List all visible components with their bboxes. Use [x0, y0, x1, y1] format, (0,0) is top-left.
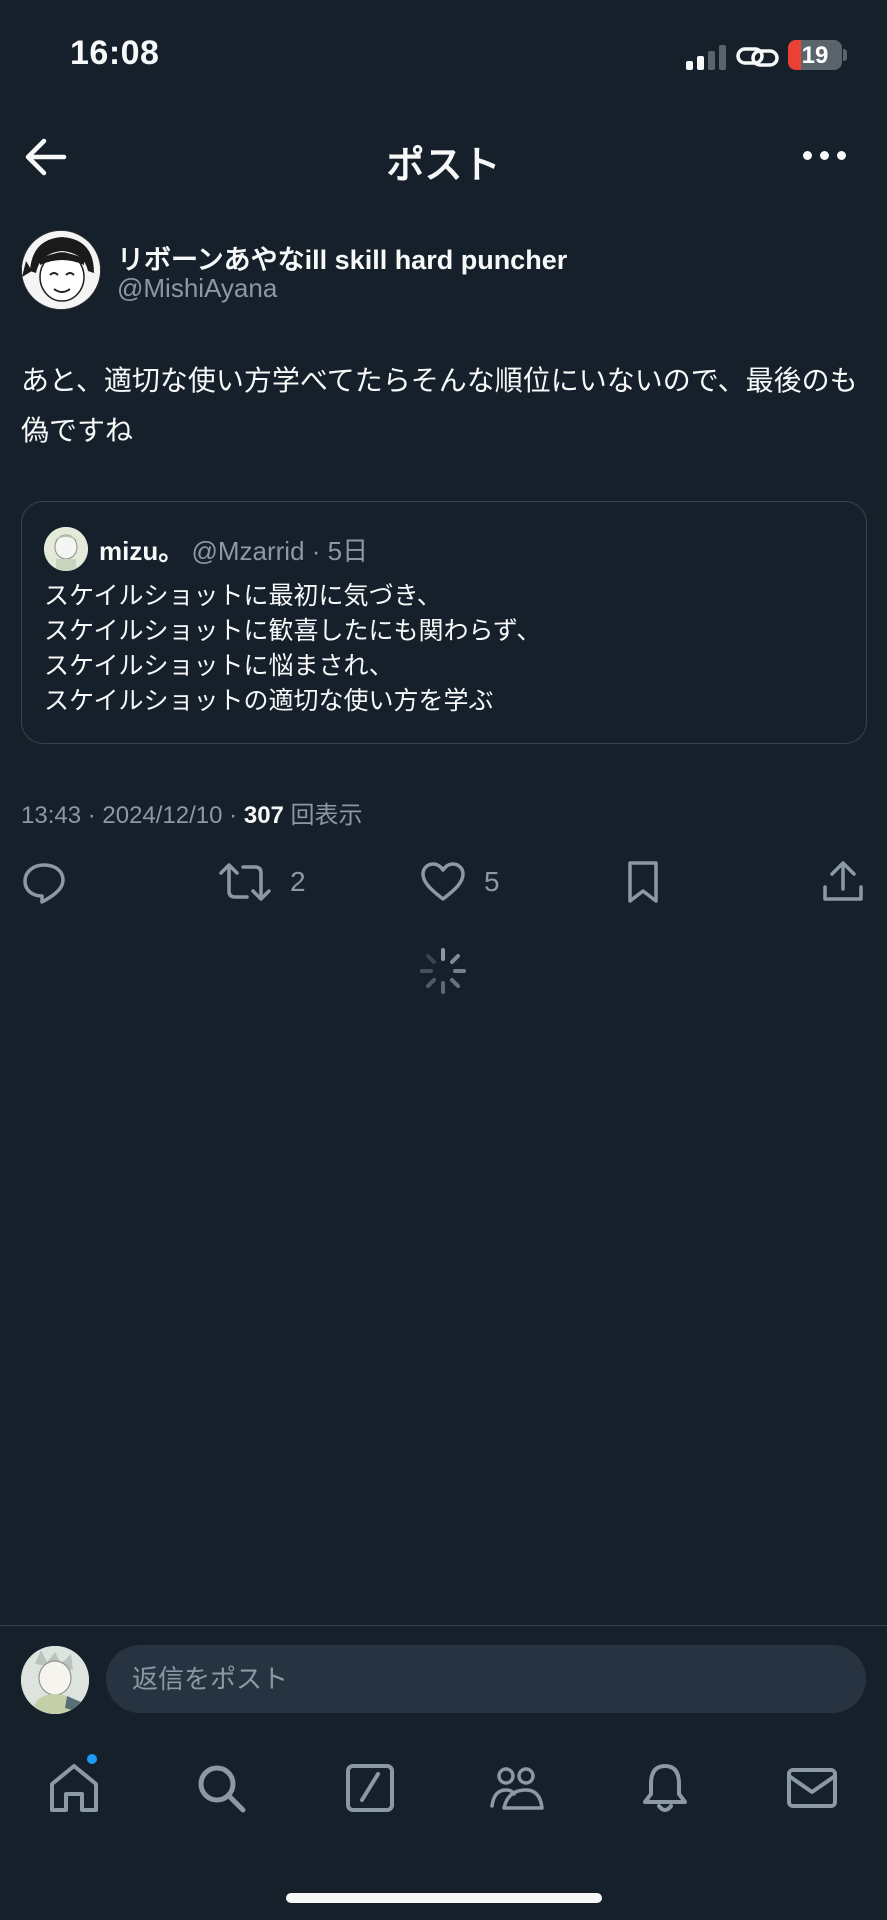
quoted-post-line: スケイルショットの適切な使い方を学ぶ — [44, 687, 494, 715]
share-icon — [823, 861, 863, 901]
views-count[interactable]: 307 — [244, 802, 284, 829]
battery-icon: 19 — [788, 40, 842, 70]
signal-icon — [686, 44, 726, 70]
nav-communities[interactable] — [488, 1760, 544, 1816]
reply-input[interactable] — [106, 1645, 866, 1713]
retweet-button[interactable]: 2 — [218, 858, 306, 906]
notifications-icon — [643, 1764, 687, 1812]
views-label: 回表示 — [283, 802, 363, 829]
author-name[interactable]: リボーンあやなill skill hard puncher — [117, 238, 567, 277]
retweet-count: 2 — [290, 866, 306, 897]
nav-messages[interactable] — [784, 1760, 840, 1816]
current-user-avatar[interactable] — [21, 1646, 89, 1714]
home-indicator — [286, 1893, 602, 1903]
home-icon — [50, 1764, 98, 1812]
quoted-post-line: スケイルショットに歓喜したにも関わらず、 — [44, 617, 542, 645]
like-button[interactable]: 5 — [420, 858, 500, 906]
quoted-author-name: mizu。 — [99, 536, 185, 566]
reply-icon — [23, 863, 65, 904]
bookmark-button[interactable] — [620, 858, 666, 906]
retweet-icon — [219, 863, 271, 901]
quoted-post-meta: @Mzarrid · 5日 — [184, 536, 369, 566]
quoted-author-avatar — [44, 527, 88, 571]
search-icon — [198, 1765, 246, 1813]
page-title: ポスト — [386, 145, 501, 187]
like-count: 5 — [484, 866, 500, 897]
divider — [0, 1625, 887, 1626]
quoted-post-line: スケイルショットに悩まされ、 — [44, 652, 394, 680]
quoted-post-text: スケイルショットに最初に気づき、 スケイルショットに歓喜したにも関わらず、 スケ… — [44, 579, 541, 719]
nav-home[interactable] — [46, 1760, 102, 1816]
bookmark-icon — [628, 861, 658, 903]
quoted-post-line: スケイルショットに最初に気づき、 — [44, 582, 442, 610]
post-time-date: 13:43 · 2024/12/10 · — [21, 802, 244, 829]
battery-level: 19 — [801, 42, 829, 69]
author-handle[interactable]: @MishiAyana — [117, 273, 277, 304]
quoted-post-header: mizu。 @Mzarrid · 5日 — [99, 531, 368, 568]
reply-button[interactable] — [21, 858, 67, 906]
messages-icon — [787, 1768, 837, 1808]
nav-grok[interactable] — [342, 1760, 398, 1816]
link-icon — [736, 47, 779, 67]
nav-notifications[interactable] — [637, 1760, 693, 1816]
more-options-button[interactable] — [796, 140, 852, 170]
grok-icon — [346, 1764, 394, 1812]
heart-icon — [421, 862, 465, 901]
loading-spinner-icon — [420, 948, 466, 994]
author-avatar[interactable] — [21, 230, 101, 310]
post-text: あと、適切な使い方学べてたらそんな順位にいないので、最後のも偽ですね — [21, 365, 858, 446]
share-button[interactable] — [820, 858, 866, 906]
battery-tip — [843, 49, 847, 61]
notification-dot — [85, 1752, 99, 1766]
post-timestamp: 13:43 · 2024/12/10 · 307 回表示 — [21, 795, 363, 830]
communities-icon — [490, 1767, 544, 1810]
status-time: 16:08 — [70, 34, 160, 72]
nav-search[interactable] — [193, 1760, 249, 1816]
